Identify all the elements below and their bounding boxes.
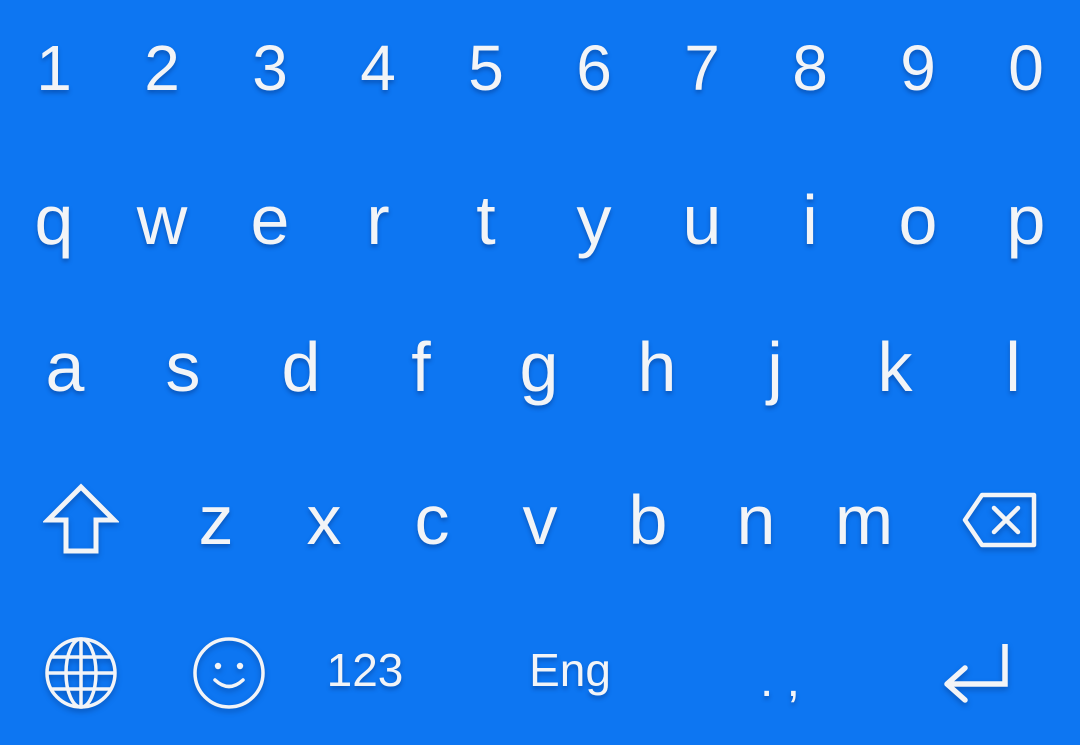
key-r[interactable]: r [324, 165, 432, 275]
emoji-icon [193, 636, 265, 709]
key-h[interactable]: h [598, 312, 716, 422]
key-m[interactable]: m [810, 465, 918, 575]
key-i[interactable]: i [756, 165, 864, 275]
key-g[interactable]: g [480, 312, 598, 422]
punctuation-key[interactable]: . , [720, 630, 840, 730]
globe-icon [45, 636, 117, 709]
backspace-key[interactable] [940, 465, 1060, 575]
key-a[interactable]: a [6, 312, 124, 422]
language-switch-key[interactable] [20, 620, 142, 725]
enter-icon [944, 643, 1008, 703]
key-c[interactable]: c [378, 465, 486, 575]
key-u[interactable]: u [648, 165, 756, 275]
key-1[interactable]: 1 [0, 18, 108, 118]
key-4[interactable]: 4 [324, 18, 432, 118]
key-2[interactable]: 2 [108, 18, 216, 118]
key-l[interactable]: l [954, 312, 1072, 422]
key-w[interactable]: w [108, 165, 216, 275]
key-s[interactable]: s [124, 312, 242, 422]
key-f[interactable]: f [362, 312, 480, 422]
key-t[interactable]: t [432, 165, 540, 275]
key-0[interactable]: 0 [972, 18, 1080, 118]
shift-icon [43, 483, 119, 554]
key-k[interactable]: k [836, 312, 954, 422]
key-8[interactable]: 8 [756, 18, 864, 118]
key-v[interactable]: v [486, 465, 594, 575]
key-5[interactable]: 5 [432, 18, 540, 118]
enter-key[interactable] [910, 620, 1040, 725]
keyboard: 1 2 3 4 5 6 7 8 9 0 q w e r t y u i o p … [0, 0, 1080, 745]
key-b[interactable]: b [594, 465, 702, 575]
shift-key[interactable] [20, 465, 142, 575]
key-z[interactable]: z [162, 465, 270, 575]
key-q[interactable]: q [0, 165, 108, 275]
key-e[interactable]: e [216, 165, 324, 275]
key-9[interactable]: 9 [864, 18, 972, 118]
key-j[interactable]: j [716, 312, 834, 422]
emoji-key[interactable] [168, 620, 290, 725]
key-6[interactable]: 6 [540, 18, 648, 118]
language-key[interactable]: Eng [470, 620, 670, 720]
key-d[interactable]: d [242, 312, 360, 422]
key-o[interactable]: o [864, 165, 972, 275]
key-x[interactable]: x [270, 465, 378, 575]
key-y[interactable]: y [540, 165, 648, 275]
key-3[interactable]: 3 [216, 18, 324, 118]
key-n[interactable]: n [702, 465, 810, 575]
symbols-key[interactable]: 123 [300, 620, 430, 720]
key-7[interactable]: 7 [648, 18, 756, 118]
backspace-icon [962, 492, 1037, 548]
key-p[interactable]: p [972, 165, 1080, 275]
